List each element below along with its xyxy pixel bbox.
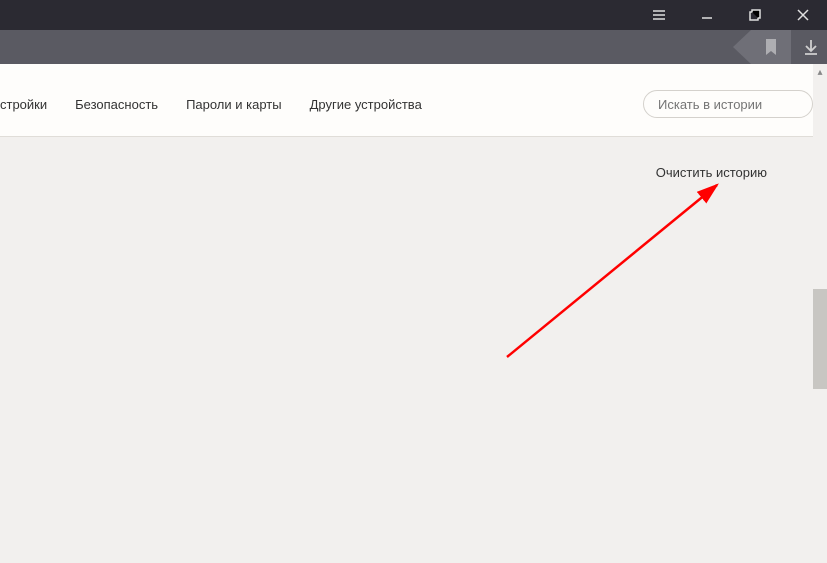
close-icon [796, 8, 810, 22]
tab-security[interactable]: Безопасность [75, 97, 158, 112]
download-icon [803, 39, 819, 55]
maximize-button[interactable] [731, 0, 779, 30]
bookmark-icon [751, 30, 791, 64]
menu-button[interactable] [635, 0, 683, 30]
window-titlebar [0, 0, 827, 30]
minimize-icon [700, 8, 714, 22]
history-main-area: Очистить историю [0, 137, 827, 563]
tab-devices[interactable]: Другие устройства [310, 97, 422, 112]
close-button[interactable] [779, 0, 827, 30]
bookmark-tab[interactable] [751, 30, 791, 64]
minimize-button[interactable] [683, 0, 731, 30]
annotation-arrow [497, 177, 737, 367]
maximize-icon [748, 8, 762, 22]
content-area: стройки Безопасность Пароли и карты Друг… [0, 64, 827, 563]
scrollbar[interactable]: ▴ [813, 64, 827, 563]
tabs-nav: стройки Безопасность Пароли и карты Друг… [0, 97, 643, 112]
tab-settings[interactable]: стройки [0, 97, 47, 112]
tabs-row: стройки Безопасность Пароли и карты Друг… [0, 64, 827, 137]
clear-history-link[interactable]: Очистить историю [656, 165, 767, 180]
scrollbar-thumb[interactable] [813, 289, 827, 389]
scrollbar-up-icon[interactable]: ▴ [813, 64, 827, 80]
downloads-button[interactable] [803, 39, 819, 55]
hamburger-icon [652, 8, 666, 22]
tab-passwords[interactable]: Пароли и карты [186, 97, 282, 112]
address-bar [0, 30, 827, 64]
search-input[interactable] [643, 90, 813, 118]
